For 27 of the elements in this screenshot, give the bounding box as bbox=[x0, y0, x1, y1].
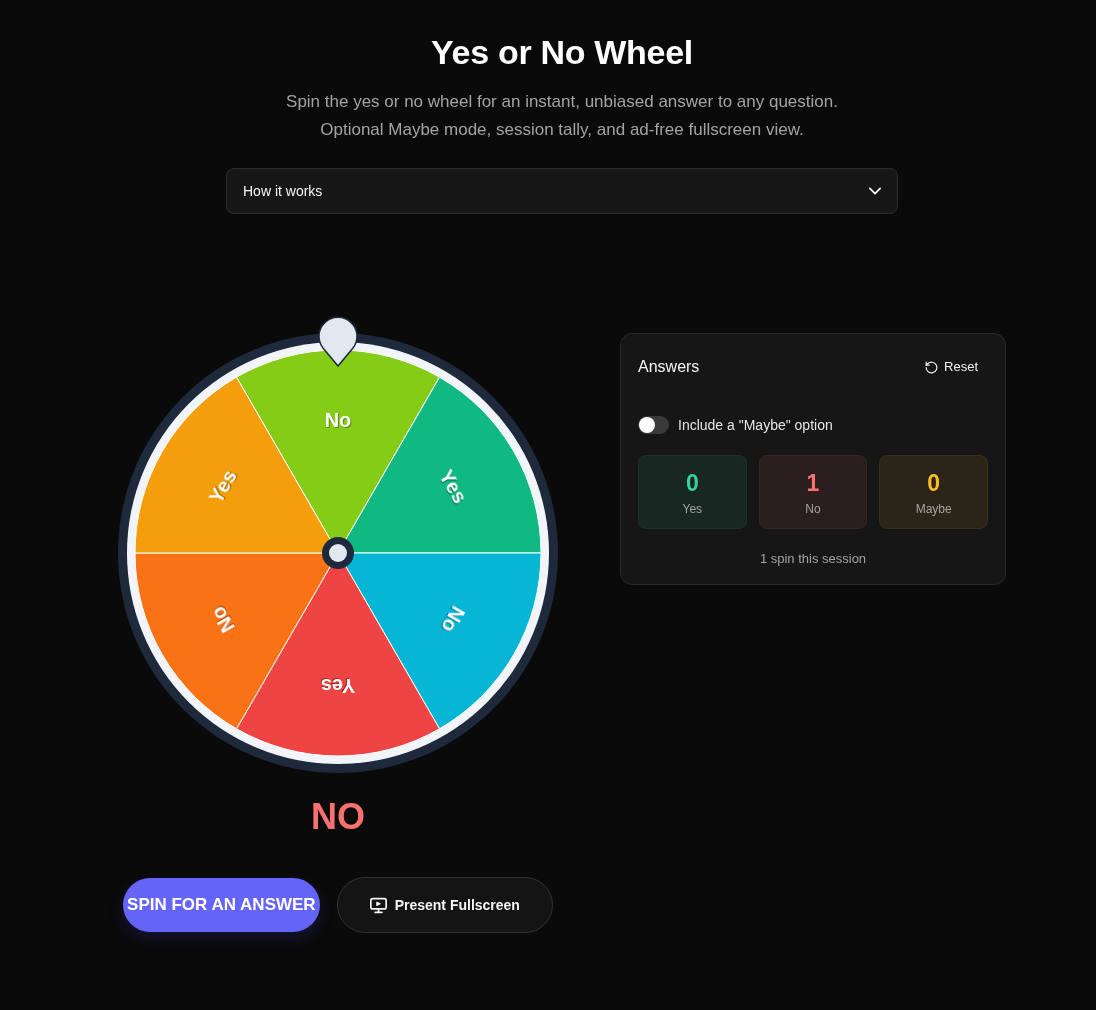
how-it-works-toggle[interactable]: How it works bbox=[226, 168, 898, 214]
tally-label: Yes bbox=[681, 502, 704, 516]
reset-button[interactable]: Reset bbox=[915, 351, 988, 383]
spin-button[interactable]: SPIN FOR AN ANSWER bbox=[123, 878, 320, 932]
page-title: Yes or No Wheel bbox=[430, 32, 694, 73]
subtitle-text: Spin the yes or no wheel for an instant, unbiased answer to any question. bbox=[285, 91, 839, 113]
panel-title: Answers bbox=[638, 357, 700, 377]
tally-label: No bbox=[804, 502, 822, 516]
segment-label: Yes bbox=[320, 675, 356, 697]
maybe-toggle[interactable] bbox=[638, 416, 669, 434]
segment-label: Yes bbox=[204, 466, 241, 507]
session-summary: 1 spin this session bbox=[758, 550, 868, 568]
present-fullscreen-button[interactable]: Present Fullscreen bbox=[336, 877, 553, 933]
reset-icon bbox=[925, 360, 939, 374]
pointer-icon bbox=[318, 316, 358, 367]
segment-label: No bbox=[437, 602, 470, 637]
hub-icon bbox=[322, 537, 354, 569]
subtitle-text: Optional Maybe mode, session tally, and ad-free fullscreen view. bbox=[319, 119, 805, 141]
toggle-label: Include a "Maybe" option bbox=[678, 415, 833, 435]
tally-count: 0 bbox=[927, 470, 941, 497]
result-text: NO bbox=[310, 797, 366, 837]
tally-count: 0 bbox=[685, 470, 699, 497]
monitor-play-icon bbox=[369, 896, 387, 914]
segment-label: No bbox=[324, 409, 352, 431]
segment-label: No bbox=[206, 602, 239, 637]
tally-label: Maybe bbox=[914, 502, 953, 516]
tally-count: 1 bbox=[806, 470, 820, 497]
